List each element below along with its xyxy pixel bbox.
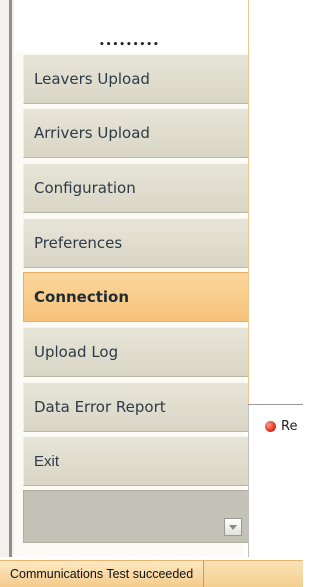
sidebar-item-label: Connection xyxy=(34,288,130,306)
status-row-text: Re xyxy=(281,419,298,434)
sidebar-item-label: Leavers Upload xyxy=(34,70,150,88)
sidebar-item-configuration[interactable]: Configuration xyxy=(23,163,249,213)
status-row: Re xyxy=(265,419,297,434)
scroll-down-button[interactable] xyxy=(224,518,242,536)
status-pane: Re xyxy=(248,405,304,557)
sidebar-item-exit[interactable]: Exit xyxy=(23,436,249,486)
sidebar: ••••••••• Leavers Upload Arrivers Upload… xyxy=(14,0,249,557)
logo-text: ••••••••• xyxy=(99,40,160,50)
logo-area: ••••••••• xyxy=(14,0,244,52)
sidebar-item-label: Data Error Report xyxy=(34,398,166,416)
sidebar-item-arrivers-upload[interactable]: Arrivers Upload xyxy=(23,108,249,158)
status-message: Communications Test succeeded xyxy=(0,561,205,587)
sidebar-item-preferences[interactable]: Preferences xyxy=(23,218,249,268)
sidebar-item-upload-log[interactable]: Upload Log xyxy=(23,327,249,377)
sidebar-item-leavers-upload[interactable]: Leavers Upload xyxy=(23,54,249,104)
sidebar-item-label: Configuration xyxy=(34,179,136,197)
sidebar-item-label: Upload Log xyxy=(34,343,119,361)
sidebar-item-data-error-report[interactable]: Data Error Report xyxy=(23,382,249,432)
status-bar: Communications Test succeeded xyxy=(0,560,303,587)
sidebar-item-label: Exit xyxy=(34,452,60,470)
sidebar-footer xyxy=(23,490,249,543)
chevron-down-icon xyxy=(229,524,237,530)
content-divider xyxy=(248,0,249,404)
sidebar-item-label: Preferences xyxy=(34,234,123,252)
window-left-frame xyxy=(0,0,15,557)
error-dot-icon xyxy=(265,421,276,432)
sidebar-item-label: Arrivers Upload xyxy=(34,124,150,142)
sidebar-item-connection[interactable]: Connection xyxy=(23,272,249,322)
